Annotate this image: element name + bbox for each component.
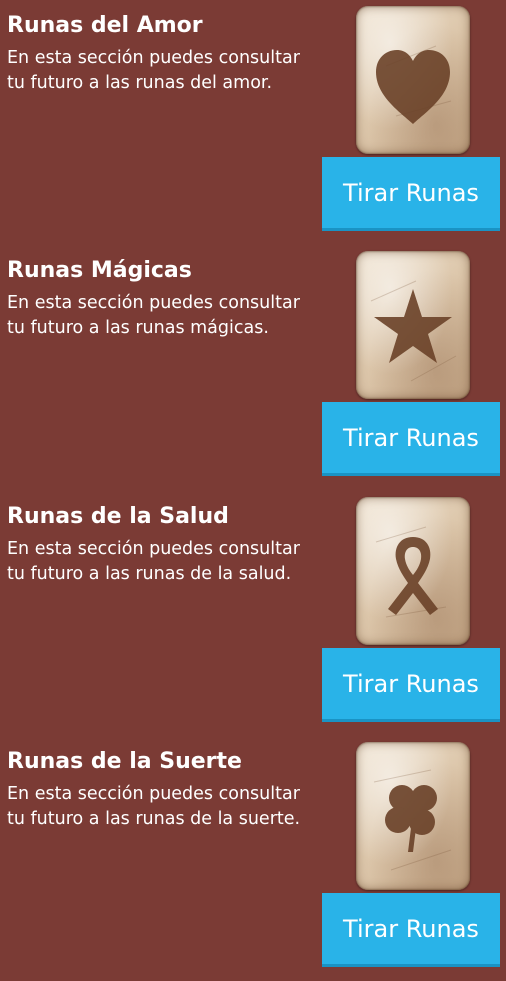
section-description: En esta sección puedes consultar tu futu…	[7, 539, 300, 584]
throw-runes-button[interactable]: Tirar Runas	[322, 893, 500, 967]
section-title: Runas de la Salud	[7, 504, 229, 529]
throw-runes-button[interactable]: Tirar Runas	[322, 648, 500, 722]
section-description: En esta sección puedes consultar tu futu…	[7, 48, 300, 93]
star-rune-icon	[356, 251, 470, 399]
section-health-runes: Runas de la Salud En esta sección puedes…	[0, 491, 506, 736]
section-luck-runes: Runas de la Suerte En esta sección puede…	[0, 736, 506, 981]
section-title: Runas de la Suerte	[7, 749, 242, 774]
section-love-runes: Runas del Amor En esta sección puedes co…	[0, 0, 506, 245]
clover-rune-icon	[356, 742, 470, 890]
throw-runes-button[interactable]: Tirar Runas	[322, 402, 500, 476]
section-magic-runes: Runas Mágicas En esta sección puedes con…	[0, 245, 506, 490]
section-title: Runas del Amor	[7, 13, 203, 38]
ribbon-rune-icon	[356, 497, 470, 645]
heart-rune-icon	[356, 6, 470, 154]
section-description: En esta sección puedes consultar tu futu…	[7, 784, 301, 829]
throw-runes-button[interactable]: Tirar Runas	[322, 157, 500, 231]
section-description: En esta sección puedes consultar tu futu…	[7, 293, 300, 338]
section-title: Runas Mágicas	[7, 258, 192, 283]
